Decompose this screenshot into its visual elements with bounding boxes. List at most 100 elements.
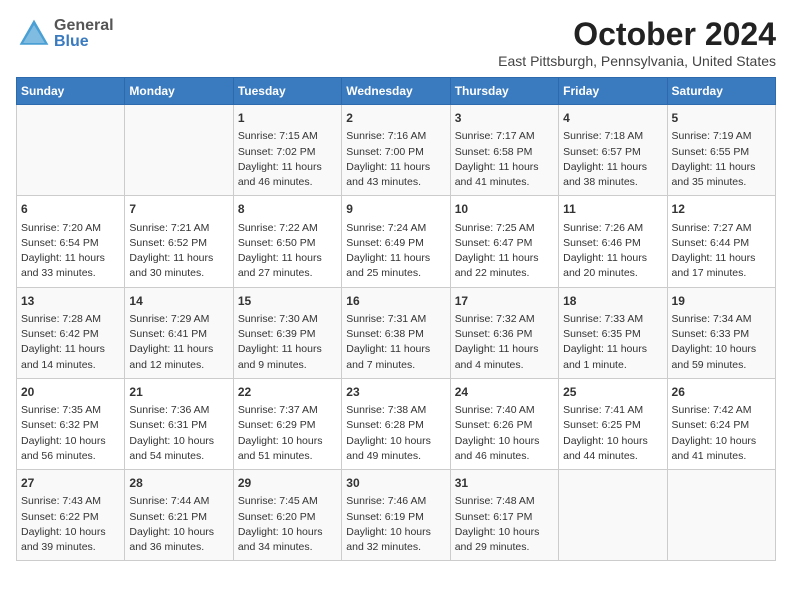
calendar-cell: 11Sunrise: 7:26 AMSunset: 6:46 PMDayligh… (559, 196, 667, 287)
cell-sun-info: Sunrise: 7:46 AMSunset: 6:19 PMDaylight:… (346, 494, 445, 555)
logo-text: General Blue (54, 18, 114, 50)
calendar-cell: 19Sunrise: 7:34 AMSunset: 6:33 PMDayligh… (667, 287, 775, 378)
calendar-cell (17, 105, 125, 196)
day-number: 20 (21, 384, 120, 401)
calendar-cell (559, 470, 667, 561)
calendar-cell: 21Sunrise: 7:36 AMSunset: 6:31 PMDayligh… (125, 378, 233, 469)
calendar-cell: 18 Sunrise: 7:33 AMSunset: 6:35 PMDayligh… (559, 287, 667, 378)
cell-sun-info: Sunrise: 7:38 AMSunset: 6:28 PMDaylight:… (346, 403, 445, 464)
calendar-cell: 27 Sunrise: 7:43 AMSunset: 6:22 PMDayligh… (17, 470, 125, 561)
cell-sun-info: Sunrise: 7:18 AMSunset: 6:57 PMDaylight:… (563, 129, 662, 190)
calendar-cell: 16 Sunrise: 7:31 AMSunset: 6:38 PMDayligh… (342, 287, 450, 378)
day-number: 26 (672, 384, 771, 401)
day-of-week-header: Monday (125, 78, 233, 105)
calendar-body: 1Sunrise: 7:15 AMSunset: 7:02 PMDaylight… (17, 105, 776, 561)
day-number: 17 (455, 293, 554, 310)
page-header: General Blue October 2024 East Pittsburg… (16, 16, 776, 69)
calendar-cell: 24Sunrise: 7:40 AMSunset: 6:26 PMDayligh… (450, 378, 558, 469)
calendar-cell (125, 105, 233, 196)
day-number: 16 (346, 293, 445, 310)
calendar-cell: 22Sunrise: 7:37 AMSunset: 6:29 PMDayligh… (233, 378, 341, 469)
calendar-cell: 17 Sunrise: 7:32 AMSunset: 6:36 PMDayligh… (450, 287, 558, 378)
cell-sun-info: Sunrise: 7:32 AMSunset: 6:36 PMDaylight:… (455, 312, 554, 373)
cell-sun-info: Sunrise: 7:28 AMSunset: 6:42 PMDaylight:… (21, 312, 120, 373)
cell-sun-info: Sunrise: 7:44 AMSunset: 6:21 PMDaylight:… (129, 494, 228, 555)
day-number: 11 (563, 201, 662, 218)
cell-sun-info: Sunrise: 7:16 AMSunset: 7:00 PMDaylight:… (346, 129, 445, 190)
calendar-week-row: 27 Sunrise: 7:43 AMSunset: 6:22 PMDayligh… (17, 470, 776, 561)
cell-sun-info: Sunrise: 7:45 AMSunset: 6:20 PMDaylight:… (238, 494, 337, 555)
cell-sun-info: Sunrise: 7:41 AMSunset: 6:25 PMDaylight:… (563, 403, 662, 464)
logo-blue: Blue (54, 34, 114, 50)
calendar-cell: 29 Sunrise: 7:45 AMSunset: 6:20 PMDayligh… (233, 470, 341, 561)
calendar-cell: 13 Sunrise: 7:28 AMSunset: 6:42 PMDayligh… (17, 287, 125, 378)
day-number: 21 (129, 384, 228, 401)
day-number: 7 (129, 201, 228, 218)
cell-sun-info: Sunrise: 7:25 AMSunset: 6:47 PMDaylight:… (455, 221, 554, 282)
calendar-table: SundayMondayTuesdayWednesdayThursdayFrid… (16, 77, 776, 561)
day-number: 29 (238, 475, 337, 492)
calendar-cell: 7 Sunrise: 7:21 AMSunset: 6:52 PMDaylight… (125, 196, 233, 287)
cell-sun-info: Sunrise: 7:15 AMSunset: 7:02 PMDaylight:… (238, 129, 337, 190)
day-number: 5 (672, 110, 771, 127)
calendar-cell: 2 Sunrise: 7:16 AMSunset: 7:00 PMDaylight… (342, 105, 450, 196)
day-number: 2 (346, 110, 445, 127)
calendar-cell: 20Sunrise: 7:35 AMSunset: 6:32 PMDayligh… (17, 378, 125, 469)
day-number: 23 (346, 384, 445, 401)
day-number: 30 (346, 475, 445, 492)
calendar-cell: 25Sunrise: 7:41 AMSunset: 6:25 PMDayligh… (559, 378, 667, 469)
cell-sun-info: Sunrise: 7:21 AMSunset: 6:52 PMDaylight:… (129, 221, 228, 282)
cell-sun-info: Sunrise: 7:17 AMSunset: 6:58 PMDaylight:… (455, 129, 554, 190)
calendar-cell: 5Sunrise: 7:19 AMSunset: 6:55 PMDaylight… (667, 105, 775, 196)
day-number: 27 (21, 475, 120, 492)
day-number: 15 (238, 293, 337, 310)
day-number: 9 (346, 201, 445, 218)
cell-sun-info: Sunrise: 7:43 AMSunset: 6:22 PMDaylight:… (21, 494, 120, 555)
calendar-cell: 9 Sunrise: 7:24 AMSunset: 6:49 PMDaylight… (342, 196, 450, 287)
day-number: 31 (455, 475, 554, 492)
day-of-week-header: Tuesday (233, 78, 341, 105)
day-number: 28 (129, 475, 228, 492)
logo-general: General (54, 18, 114, 34)
calendar-cell: 15 Sunrise: 7:30 AMSunset: 6:39 PMDayligh… (233, 287, 341, 378)
calendar-cell: 10 Sunrise: 7:25 AMSunset: 6:47 PMDayligh… (450, 196, 558, 287)
calendar-cell: 30 Sunrise: 7:46 AMSunset: 6:19 PMDayligh… (342, 470, 450, 561)
cell-sun-info: Sunrise: 7:37 AMSunset: 6:29 PMDaylight:… (238, 403, 337, 464)
day-number: 24 (455, 384, 554, 401)
day-of-week-header: Sunday (17, 78, 125, 105)
cell-sun-info: Sunrise: 7:27 AMSunset: 6:44 PMDaylight:… (672, 221, 771, 282)
calendar-cell: 4Sunrise: 7:18 AMSunset: 6:57 PMDaylight… (559, 105, 667, 196)
days-of-week-row: SundayMondayTuesdayWednesdayThursdayFrid… (17, 78, 776, 105)
cell-sun-info: Sunrise: 7:48 AMSunset: 6:17 PMDaylight:… (455, 494, 554, 555)
calendar-cell: 23 Sunrise: 7:38 AMSunset: 6:28 PMDayligh… (342, 378, 450, 469)
logo-icon (16, 16, 52, 52)
calendar-cell: 31 Sunrise: 7:48 AMSunset: 6:17 PMDayligh… (450, 470, 558, 561)
calendar-week-row: 13 Sunrise: 7:28 AMSunset: 6:42 PMDayligh… (17, 287, 776, 378)
day-number: 3 (455, 110, 554, 127)
cell-sun-info: Sunrise: 7:33 AMSunset: 6:35 PMDaylight:… (563, 312, 662, 373)
calendar-week-row: 6 Sunrise: 7:20 AMSunset: 6:54 PMDaylight… (17, 196, 776, 287)
day-of-week-header: Saturday (667, 78, 775, 105)
day-number: 19 (672, 293, 771, 310)
day-number: 12 (672, 201, 771, 218)
cell-sun-info: Sunrise: 7:31 AMSunset: 6:38 PMDaylight:… (346, 312, 445, 373)
cell-sun-info: Sunrise: 7:30 AMSunset: 6:39 PMDaylight:… (238, 312, 337, 373)
day-number: 18 (563, 293, 662, 310)
cell-sun-info: Sunrise: 7:29 AMSunset: 6:41 PMDaylight:… (129, 312, 228, 373)
calendar-cell: 8Sunrise: 7:22 AMSunset: 6:50 PMDaylight… (233, 196, 341, 287)
logo: General Blue (16, 16, 114, 52)
day-number: 8 (238, 201, 337, 218)
day-number: 6 (21, 201, 120, 218)
calendar-week-row: 20Sunrise: 7:35 AMSunset: 6:32 PMDayligh… (17, 378, 776, 469)
cell-sun-info: Sunrise: 7:24 AMSunset: 6:49 PMDaylight:… (346, 221, 445, 282)
day-number: 13 (21, 293, 120, 310)
cell-sun-info: Sunrise: 7:42 AMSunset: 6:24 PMDaylight:… (672, 403, 771, 464)
calendar-cell: 6 Sunrise: 7:20 AMSunset: 6:54 PMDaylight… (17, 196, 125, 287)
day-number: 10 (455, 201, 554, 218)
calendar-cell: 1Sunrise: 7:15 AMSunset: 7:02 PMDaylight… (233, 105, 341, 196)
month-title: October 2024 (498, 16, 776, 53)
cell-sun-info: Sunrise: 7:20 AMSunset: 6:54 PMDaylight:… (21, 221, 120, 282)
day-of-week-header: Thursday (450, 78, 558, 105)
calendar-cell: 28 Sunrise: 7:44 AMSunset: 6:21 PMDayligh… (125, 470, 233, 561)
day-number: 14 (129, 293, 228, 310)
